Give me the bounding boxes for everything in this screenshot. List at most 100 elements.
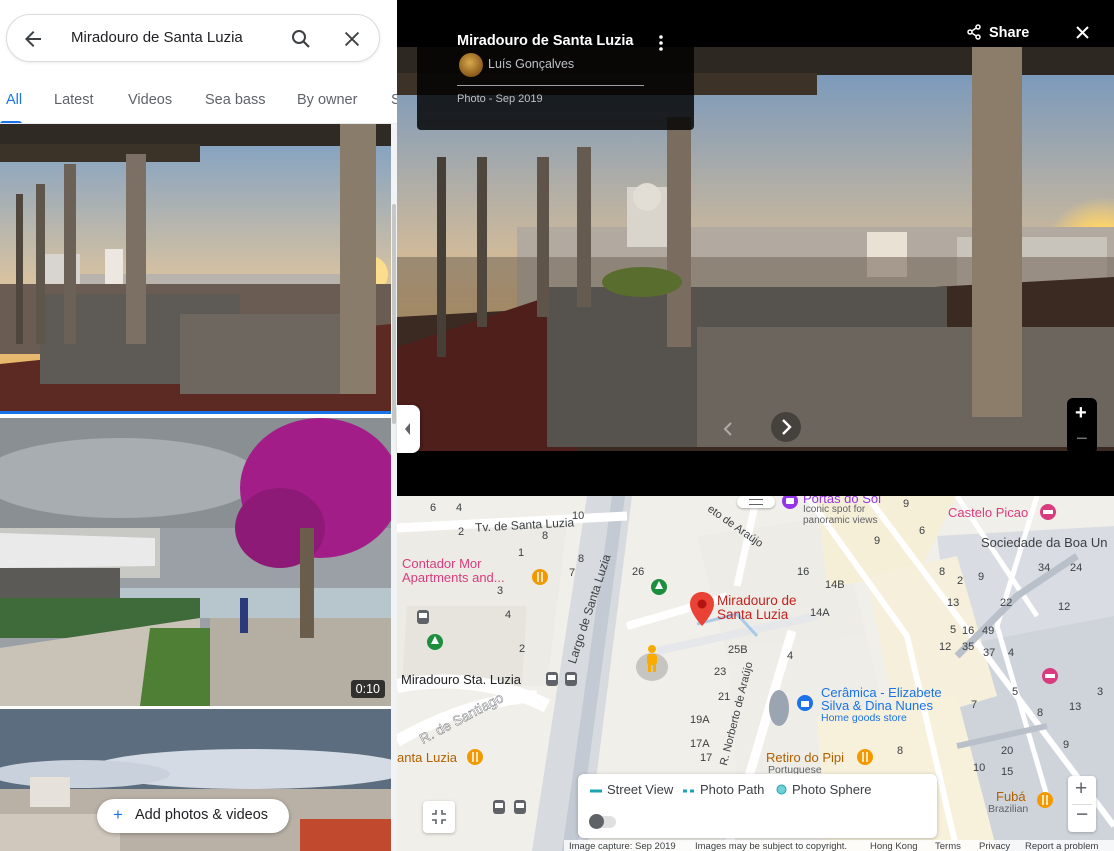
restaurant-pin-icon bbox=[1037, 792, 1053, 808]
tab-videos[interactable]: Videos bbox=[128, 92, 172, 108]
plus-icon: + bbox=[113, 805, 123, 824]
legend-label: Street View bbox=[607, 782, 674, 797]
address-number: 24 bbox=[1070, 562, 1083, 574]
map-zoom-in-button[interactable]: + bbox=[1075, 777, 1087, 801]
map-view[interactable]: Tv. de Santa Luzia Largo de Santa Luzia … bbox=[397, 496, 1114, 851]
legend-photo-sphere: Photo Sphere bbox=[776, 782, 872, 797]
collapse-map-button[interactable] bbox=[423, 801, 455, 833]
collapse-panel-button[interactable] bbox=[397, 405, 420, 453]
photo-tile-video[interactable]: 0:10 bbox=[0, 418, 391, 706]
next-photo-button[interactable] bbox=[771, 412, 801, 442]
previous-photo-button[interactable] bbox=[715, 415, 739, 439]
map-resize-handle[interactable] bbox=[737, 496, 775, 508]
search-input[interactable]: Miradouro de Santa Luzia bbox=[71, 29, 243, 46]
shop-pin-icon[interactable] bbox=[796, 694, 814, 712]
chevron-left-icon bbox=[405, 423, 410, 435]
image-capture-date: Image capture: Sep 2019 bbox=[569, 841, 676, 851]
hotel-pin-icon bbox=[1040, 504, 1056, 520]
address-number: 16 bbox=[962, 625, 975, 637]
copyright-note[interactable]: Images may be subject to copyright. bbox=[695, 841, 847, 851]
chevron-left-icon bbox=[723, 422, 732, 436]
share-button[interactable]: Share bbox=[952, 12, 1052, 52]
collapse-arrows-icon bbox=[432, 810, 446, 824]
poi-name: Castelo Picao bbox=[948, 505, 1029, 520]
address-number: 1 bbox=[518, 547, 525, 559]
photos-panel: Miradouro de Santa Luzia All Latest Vide… bbox=[0, 0, 397, 851]
region-label[interactable]: Hong Kong bbox=[870, 841, 918, 851]
address-number: 8 bbox=[897, 745, 904, 757]
restaurant-pin-icon[interactable] bbox=[531, 568, 549, 586]
photo-sphere-dot-icon bbox=[776, 784, 787, 795]
add-photos-button[interactable]: + Add photos & videos bbox=[97, 799, 289, 833]
map-zoom-control: + − bbox=[1068, 776, 1096, 832]
tab-by-owner[interactable]: By owner bbox=[297, 92, 357, 108]
address-number: 12 bbox=[939, 641, 952, 653]
park-pin-icon[interactable] bbox=[426, 633, 444, 653]
tab-latest[interactable]: Latest bbox=[54, 92, 94, 108]
tram-stop-icon[interactable] bbox=[513, 799, 527, 815]
more-options-icon[interactable] bbox=[657, 34, 665, 52]
poi-desc: Brazilian bbox=[988, 803, 1029, 815]
poi-name: Fubá bbox=[996, 789, 1026, 804]
tram-stop-icon bbox=[565, 672, 577, 686]
author-avatar[interactable] bbox=[459, 53, 483, 77]
address-number: 8 bbox=[1037, 707, 1044, 719]
address-number: 4 bbox=[505, 609, 512, 621]
park-pin-icon[interactable] bbox=[650, 578, 668, 598]
scrollbar-thumb[interactable] bbox=[392, 204, 396, 424]
address-number: 19A bbox=[690, 714, 710, 726]
camera-pin-icon bbox=[782, 496, 798, 509]
address-number: 9 bbox=[978, 571, 985, 583]
tram-stop-icon[interactable] bbox=[492, 799, 506, 815]
photo-filter-tabs: All Latest Videos Sea bass By owner S bbox=[0, 80, 397, 124]
terms-link[interactable]: Terms bbox=[935, 841, 961, 851]
address-number: 4 bbox=[456, 502, 463, 514]
address-number: 10 bbox=[572, 510, 585, 522]
poi-name: anta Luzia bbox=[397, 750, 457, 765]
address-number: 34 bbox=[1038, 562, 1051, 574]
search-icon[interactable] bbox=[289, 27, 313, 51]
poi-name: Contador Mor bbox=[402, 556, 482, 571]
place-title[interactable]: Miradouro de Santa Luzia bbox=[457, 33, 633, 49]
terrace-sunset-photo bbox=[0, 124, 391, 411]
address-number: 6 bbox=[919, 525, 926, 537]
video-duration: 0:10 bbox=[350, 680, 385, 698]
address-number: 5 bbox=[950, 624, 957, 636]
map-zoom-out-button[interactable]: − bbox=[1076, 803, 1088, 827]
tram-stop-icon bbox=[546, 672, 558, 686]
street-view-legend: Street View Photo Path Photo Sphere bbox=[578, 774, 937, 838]
address-number: 26 bbox=[632, 566, 645, 578]
privacy-link[interactable]: Privacy bbox=[979, 841, 1010, 851]
chevron-right-icon bbox=[782, 419, 792, 435]
hotel-pin-icon[interactable] bbox=[1041, 667, 1059, 685]
author-name[interactable]: Luís Gonçalves bbox=[488, 57, 574, 71]
viewer-zoom-in[interactable]: + bbox=[1075, 402, 1087, 425]
address-number: 15 bbox=[1001, 766, 1014, 778]
tab-sea-bass[interactable]: Sea bass bbox=[205, 92, 265, 108]
legend-label: Photo Path bbox=[700, 782, 765, 797]
address-number: 13 bbox=[947, 597, 960, 609]
address-number: 7 bbox=[971, 699, 978, 711]
poi-sociedade[interactable]: Sociedade da Boa Un bbox=[981, 535, 1107, 550]
clear-search-icon[interactable] bbox=[341, 28, 363, 50]
toggle-knob bbox=[589, 814, 604, 829]
selected-place-line: Miradouro de bbox=[717, 593, 797, 608]
legend-street-view: Street View bbox=[590, 782, 673, 797]
street-view-toggle[interactable] bbox=[589, 814, 616, 829]
viewer-zoom-out[interactable]: − bbox=[1076, 428, 1088, 451]
address-number: 12 bbox=[1058, 601, 1071, 613]
address-number: 3 bbox=[1097, 686, 1104, 698]
photo-viewer: Miradouro de Santa Luzia Luís Gonçalves … bbox=[397, 0, 1114, 496]
close-viewer-button[interactable] bbox=[1065, 15, 1101, 51]
pegman-icon[interactable] bbox=[643, 644, 661, 674]
report-problem-link[interactable]: Report a problem bbox=[1025, 841, 1098, 851]
back-arrow-icon[interactable] bbox=[21, 27, 45, 51]
tram-stop-icon[interactable] bbox=[416, 609, 430, 625]
search-box[interactable]: Miradouro de Santa Luzia bbox=[6, 14, 380, 62]
selected-place-pin-icon[interactable] bbox=[689, 591, 715, 627]
address-number: 17 bbox=[700, 752, 713, 764]
tab-all[interactable]: All bbox=[6, 92, 22, 108]
photo-tile-selected[interactable] bbox=[0, 124, 391, 414]
selected-place-line: Santa Luzia bbox=[717, 607, 789, 622]
address-number: 21 bbox=[718, 691, 731, 703]
